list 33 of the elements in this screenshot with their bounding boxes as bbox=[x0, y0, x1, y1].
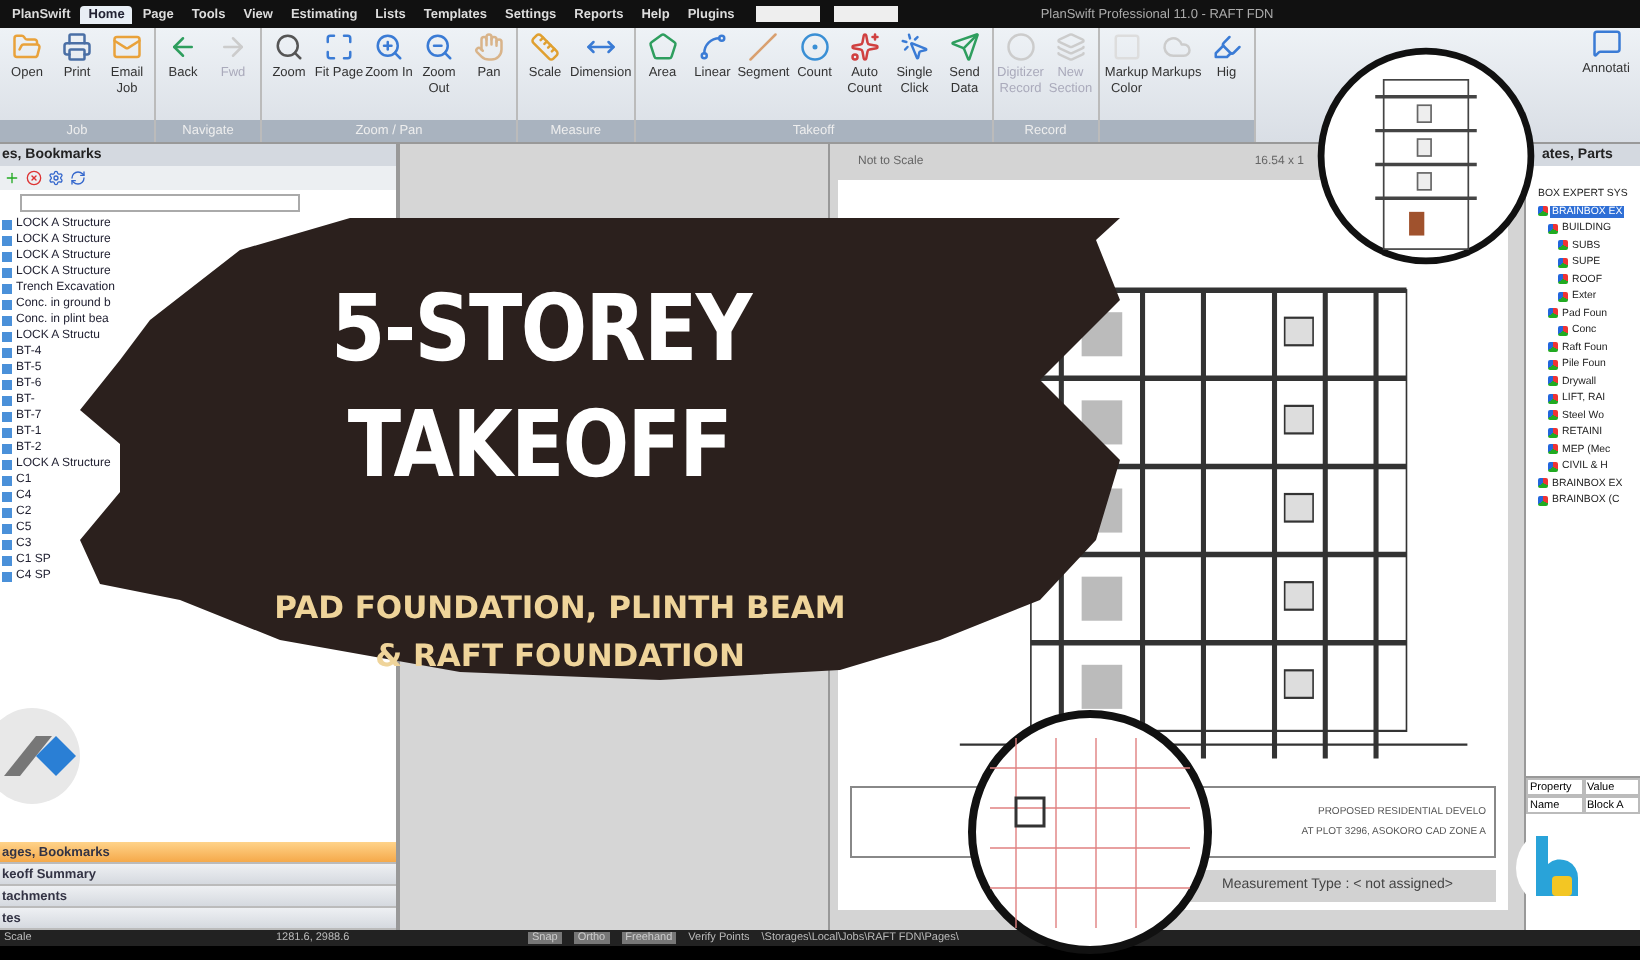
area-shape-icon bbox=[647, 32, 678, 62]
folder-icon bbox=[12, 32, 42, 62]
zoom-in-icon bbox=[374, 32, 404, 62]
search-icon bbox=[274, 32, 304, 62]
ruler-icon bbox=[530, 32, 560, 62]
fit-page-icon bbox=[324, 32, 354, 62]
forward-arrow-icon bbox=[218, 32, 248, 62]
headline: 5-STOREY bbox=[330, 272, 750, 386]
hand-icon bbox=[474, 32, 504, 62]
add-icon[interactable] bbox=[4, 170, 20, 186]
segment-icon bbox=[748, 32, 779, 62]
circle-icon bbox=[1005, 32, 1036, 62]
annotation-icon bbox=[1591, 28, 1621, 58]
send-icon bbox=[949, 32, 980, 62]
zoom-out-icon bbox=[424, 32, 454, 62]
subtitle: PAD FOUNDATION, PLINTH BEAM bbox=[274, 588, 846, 630]
layers-icon bbox=[1055, 32, 1086, 62]
linear-icon bbox=[697, 32, 728, 62]
cloud-icon bbox=[1161, 32, 1192, 62]
square-icon bbox=[1111, 32, 1142, 62]
headline: TAKEOFF bbox=[348, 388, 732, 502]
settings-icon[interactable] bbox=[48, 170, 64, 186]
text-field[interactable] bbox=[834, 6, 899, 22]
count-icon bbox=[799, 32, 830, 62]
click-pointer-icon bbox=[899, 32, 930, 62]
search-field[interactable] bbox=[756, 6, 821, 22]
delete-icon[interactable] bbox=[26, 170, 42, 186]
mail-icon bbox=[112, 32, 142, 62]
auto-count-icon bbox=[849, 32, 880, 62]
refresh-icon[interactable] bbox=[70, 170, 86, 186]
highlighter-icon bbox=[1211, 32, 1242, 62]
printer-icon bbox=[62, 32, 92, 62]
search-field[interactable] bbox=[20, 194, 300, 212]
